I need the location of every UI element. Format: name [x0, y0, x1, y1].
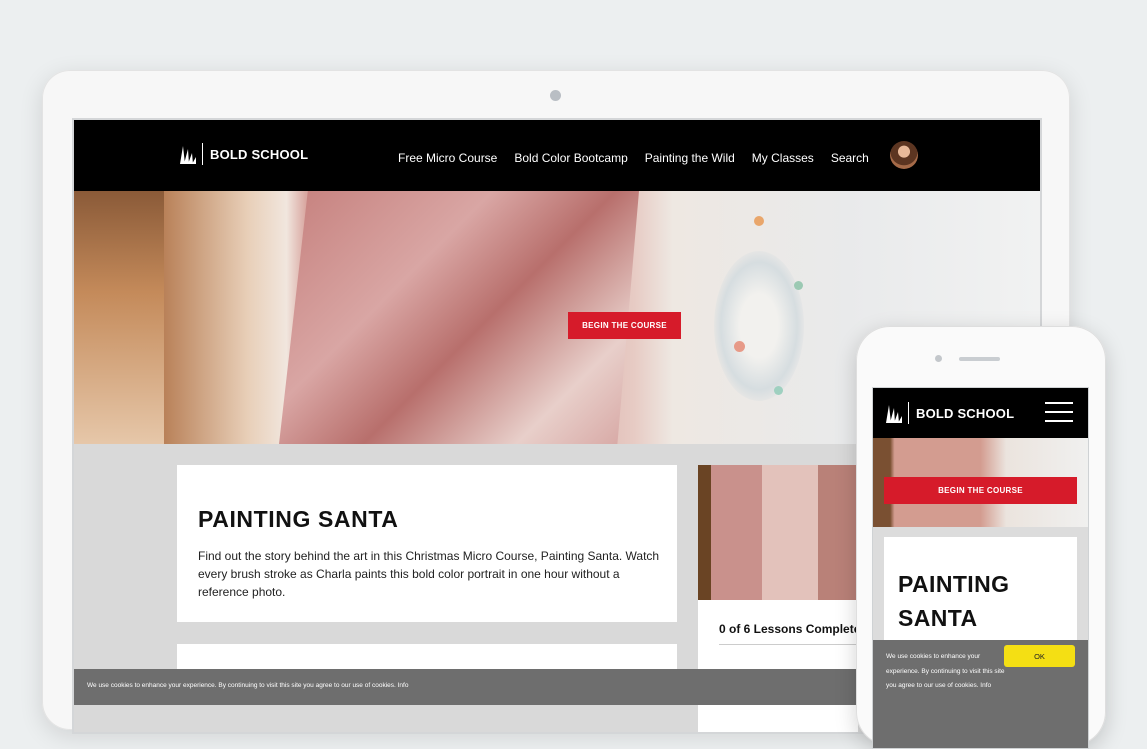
- begin-course-button[interactable]: BEGIN THE COURSE: [568, 312, 681, 339]
- logo-text: BOLD SCHOOL: [210, 146, 309, 162]
- logo-divider: [908, 402, 909, 424]
- mobile-hero-banner: BEGIN THE COURSE: [873, 438, 1088, 527]
- logo-divider: [202, 143, 203, 165]
- bokeh-light: [734, 341, 745, 352]
- avatar[interactable]: [889, 141, 918, 169]
- bokeh-light: [774, 386, 783, 395]
- mobile-header: BOLD SCHOOL: [873, 388, 1088, 438]
- course-card: PAINTING SANTA Find out the story behind…: [177, 465, 677, 622]
- main-nav: Free Micro Course Bold Color Bootcamp Pa…: [398, 141, 918, 169]
- cookie-text: We use cookies to enhance your experienc…: [87, 682, 409, 689]
- course-thumbnail: [698, 465, 858, 600]
- phone-mockup: BOLD SCHOOL BEGIN THE COURSE PAINTING SA…: [856, 326, 1106, 749]
- easel-image: [74, 191, 164, 444]
- mobile-cookie-bar: We use cookies to enhance your experienc…: [873, 640, 1088, 748]
- hamburger-icon[interactable]: [1045, 402, 1073, 422]
- mobile-cookie-text: We use cookies to enhance your experienc…: [886, 653, 1005, 689]
- phone-speaker: [959, 357, 1000, 361]
- logo-brush-icon: [886, 405, 902, 423]
- bokeh-light: [794, 281, 803, 290]
- mobile-screen: BOLD SCHOOL BEGIN THE COURSE PAINTING SA…: [872, 387, 1089, 749]
- site-header: BOLD SCHOOL Free Micro Course Bold Color…: [74, 120, 1040, 191]
- mobile-begin-course-button[interactable]: BEGIN THE COURSE: [884, 477, 1077, 504]
- nav-item-bold-color-bootcamp[interactable]: Bold Color Bootcamp: [514, 151, 627, 165]
- logo-brush-icon: [180, 146, 196, 164]
- nav-item-painting-the-wild[interactable]: Painting the Wild: [645, 151, 735, 165]
- mobile-course-title: PAINTING SANTA: [898, 571, 1010, 631]
- laptop-camera: [550, 90, 561, 101]
- course-title: PAINTING SANTA: [198, 506, 399, 532]
- logo[interactable]: BOLD SCHOOL: [180, 143, 308, 165]
- tree-light: [714, 251, 804, 401]
- lessons-complete-label: 0 of 6 Lessons Complete: [719, 622, 861, 636]
- course-description: Find out the story behind the art in thi…: [198, 549, 660, 599]
- nav-item-free-micro-course[interactable]: Free Micro Course: [398, 151, 497, 165]
- progress-divider: [719, 644, 858, 645]
- logo-text: BOLD SCHOOL: [916, 405, 1015, 421]
- nav-item-my-classes[interactable]: My Classes: [752, 151, 814, 165]
- bokeh-light: [754, 216, 764, 226]
- phone-camera: [935, 355, 942, 362]
- mobile-logo[interactable]: BOLD SCHOOL: [886, 402, 1014, 424]
- cookie-ok-button[interactable]: OK: [1004, 645, 1075, 667]
- nav-item-search[interactable]: Search: [831, 151, 869, 165]
- lesson-progress-box: 0 of 6 Lessons Complete: [698, 600, 861, 732]
